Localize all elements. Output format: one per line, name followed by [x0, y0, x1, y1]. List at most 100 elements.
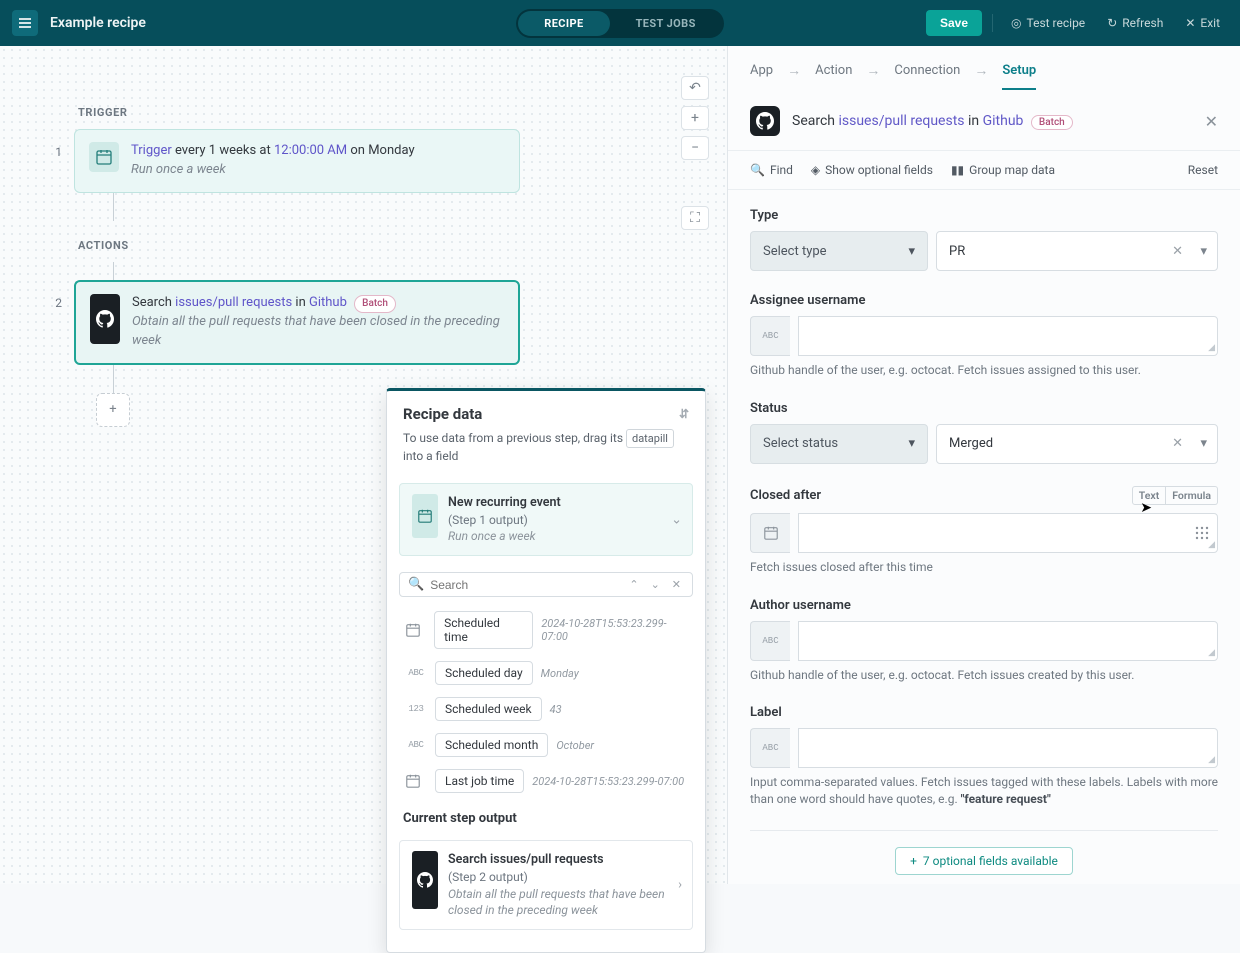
zoom-in-button[interactable]: +: [681, 106, 709, 130]
crumb-connection[interactable]: Connection: [894, 63, 960, 78]
actions-section-label: ACTIONS: [78, 239, 520, 252]
chevron-down-icon[interactable]: ⌄: [671, 512, 682, 527]
datapill[interactable]: Scheduled month: [435, 733, 548, 757]
text-type-icon: ABC: [750, 728, 790, 768]
status-dropdown[interactable]: Select status▾: [750, 424, 928, 464]
save-button[interactable]: Save: [926, 10, 982, 36]
tab-recipe[interactable]: RECIPE: [518, 11, 609, 36]
close-icon: ✕: [1185, 16, 1195, 30]
status-label: Status: [750, 401, 1218, 416]
datapill-sample: 2024-10-28T15:53:23.299-07:00: [541, 617, 687, 643]
fit-button[interactable]: ⛶: [681, 206, 709, 230]
datapill-row: ABC Scheduled month October: [387, 727, 705, 763]
datapill-type-icon: ABC: [405, 740, 427, 750]
datapill[interactable]: Scheduled time: [434, 611, 533, 649]
text-type-icon: ABC: [750, 316, 790, 356]
input-mode-toggle[interactable]: Text Formula: [1132, 486, 1218, 505]
author-input[interactable]: ◢: [798, 621, 1218, 661]
github-icon: [412, 851, 438, 909]
view-segmented-control: RECIPE TEST JOBS: [516, 9, 724, 38]
clear-icon[interactable]: ✕: [1172, 436, 1183, 451]
datapill-search[interactable]: 🔍 ⌃ ⌄ ✕: [399, 572, 693, 597]
author-label: Author username: [750, 598, 1218, 613]
popover-step-1[interactable]: New recurring event (Step 1 output) Run …: [399, 483, 693, 556]
search-icon: 🔍: [408, 577, 424, 592]
eye-icon: ◈: [811, 163, 820, 177]
text-mode[interactable]: Text: [1132, 486, 1166, 505]
target-icon: ◎: [1011, 16, 1021, 30]
prev-result[interactable]: ⌃: [626, 578, 641, 591]
group-map-button[interactable]: ▮▮Group map data: [951, 163, 1055, 177]
recipe-title: Example recipe: [50, 15, 146, 31]
clear-icon[interactable]: ✕: [1172, 244, 1183, 259]
batch-badge: Batch: [1031, 115, 1073, 130]
plus-icon: +: [910, 854, 917, 868]
step-number: 2: [48, 280, 62, 310]
columns-icon: ▮▮: [951, 163, 964, 177]
batch-badge: Batch: [354, 295, 396, 314]
recipe-menu-icon[interactable]: [12, 10, 38, 36]
popover-step-2[interactable]: Search issues/pull requests (Step 2 outp…: [399, 840, 693, 930]
calendar-icon: [412, 494, 438, 538]
crumb-setup[interactable]: Setup: [1002, 63, 1036, 90]
datapill-sample: October: [556, 739, 594, 752]
calendar-type-icon: [750, 513, 790, 553]
clear-search[interactable]: ✕: [669, 578, 684, 591]
caret-down-icon[interactable]: ▾: [1200, 244, 1207, 259]
add-step-button[interactable]: +: [96, 393, 130, 427]
datapill-row: 123 Scheduled week 43: [387, 691, 705, 727]
datapill[interactable]: Last job time: [435, 769, 524, 793]
tab-test-jobs[interactable]: TEST JOBS: [610, 11, 722, 36]
type-dropdown[interactable]: Select type▾: [750, 231, 928, 271]
crumb-action[interactable]: Action: [815, 63, 852, 78]
next-result[interactable]: ⌄: [648, 578, 663, 591]
action-step-card[interactable]: Search issues/pull requests in Github Ba…: [74, 280, 520, 365]
datapill-type-icon: [405, 622, 426, 638]
formula-mode[interactable]: Formula: [1166, 486, 1218, 505]
label-input[interactable]: ◢: [798, 728, 1218, 768]
reset-button[interactable]: Reset: [1188, 163, 1218, 177]
recipe-canvas: ↶ + − ⛶ TRIGGER 1 Trigger every 1 weeks …: [0, 46, 728, 884]
status-value-select[interactable]: Merged ✕ ▾: [936, 424, 1218, 464]
github-icon: [90, 294, 120, 344]
text-type-icon: ABC: [750, 621, 790, 661]
undo-button[interactable]: ↶: [681, 76, 709, 100]
setup-breadcrumb: App→ Action→ Connection→ Setup: [728, 46, 1240, 92]
trigger-section-label: TRIGGER: [78, 106, 520, 119]
zoom-out-button[interactable]: −: [681, 136, 709, 160]
grid-icon[interactable]: [1195, 526, 1209, 540]
drag-handle-icon[interactable]: ⇵: [679, 407, 689, 421]
closed-after-label: Closed after: [750, 488, 821, 503]
datapill[interactable]: Scheduled day: [435, 661, 533, 685]
datapill-type-icon: 123: [405, 704, 427, 714]
calendar-icon: [89, 142, 119, 172]
close-panel-button[interactable]: ✕: [1205, 112, 1218, 131]
show-optional-button[interactable]: ◈Show optional fields: [811, 163, 933, 177]
search-input[interactable]: [430, 578, 620, 592]
datapill-sample: Monday: [541, 667, 579, 680]
closed-after-input[interactable]: ◢: [798, 513, 1218, 553]
find-button[interactable]: 🔍Find: [750, 163, 793, 177]
chevron-right-icon[interactable]: ›: [678, 878, 682, 893]
current-step-output-label: Current step output: [387, 799, 705, 832]
datapill-type-icon: [405, 773, 427, 789]
exit-button[interactable]: ✕Exit: [1177, 12, 1228, 34]
optional-fields-button[interactable]: +7 optional fields available: [895, 847, 1073, 875]
datapill-sample: 2024-10-28T15:53:23.299-07:00: [532, 775, 684, 788]
trigger-step-card[interactable]: Trigger every 1 weeks at 12:00:00 AM on …: [74, 129, 520, 193]
label-field-label: Label: [750, 705, 1218, 720]
type-value-select[interactable]: PR ✕ ▾: [936, 231, 1218, 271]
refresh-button[interactable]: ↻Refresh: [1099, 12, 1171, 34]
datapill[interactable]: Scheduled week: [435, 697, 542, 721]
datapill-sample: 43: [550, 703, 562, 716]
popover-title: Recipe data: [403, 405, 482, 423]
caret-down-icon[interactable]: ▾: [1200, 436, 1207, 451]
type-label: Type: [750, 208, 1218, 223]
step-number: 1: [48, 129, 62, 159]
assignee-label: Assignee username: [750, 293, 1218, 308]
datapill-row: Last job time 2024-10-28T15:53:23.299-07:…: [387, 763, 705, 799]
recipe-data-popover: Recipe data⇵ To use data from a previous…: [386, 388, 706, 953]
test-recipe-button[interactable]: ◎Test recipe: [1003, 12, 1093, 34]
crumb-app[interactable]: App: [750, 63, 773, 78]
assignee-input[interactable]: ◢: [798, 316, 1218, 356]
